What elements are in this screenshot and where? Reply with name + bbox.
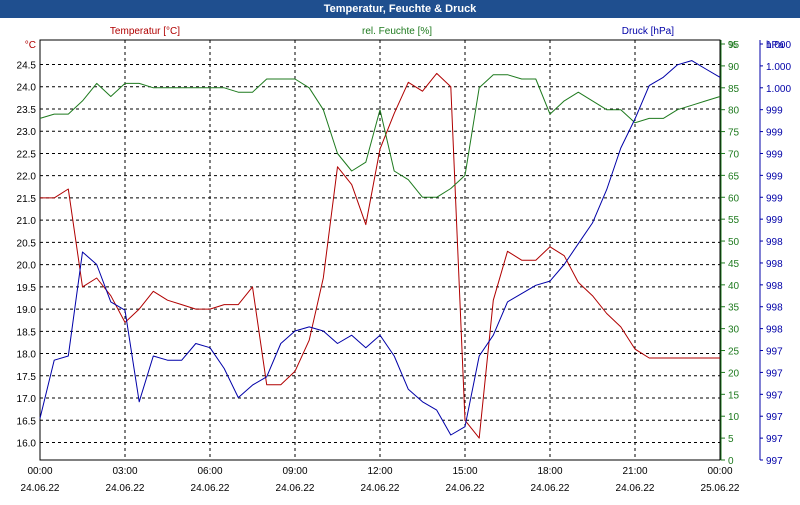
pressure-tick-label: 998 [766,325,783,336]
x-tick-time-label: 03:00 [112,466,137,477]
x-tick-time-label: 09:00 [282,466,307,477]
pressure-tick-label: 997 [766,368,783,379]
x-tick-time-label: 06:00 [197,466,222,477]
x-tick-date-label: 24.06.22 [191,483,230,494]
temperature-tick-label: 20.5 [17,238,37,249]
x-tick-date-label: 24.06.22 [446,483,485,494]
legend-temperature: Temperatur [°C] [110,26,180,37]
x-tick-date-label: 24.06.22 [361,483,400,494]
x-tick-time-label: 21:00 [622,466,647,477]
humidity-tick-label: 35 [728,303,740,314]
humidity-tick-label: 75 [728,128,740,139]
x-tick-time-label: 00:00 [27,466,52,477]
legend-humidity: rel. Feuchte [%] [362,26,432,37]
x-tick-date-label: 24.06.22 [21,483,60,494]
humidity-tick-label: 65 [728,171,740,182]
pressure-tick-label: 998 [766,259,783,270]
humidity-tick-label: 20 [728,368,740,379]
x-tick-date-label: 24.06.22 [276,483,315,494]
x-tick-date-label: 24.06.22 [531,483,570,494]
pressure-tick-label: 997 [766,456,783,467]
x-tick-date-label: 24.06.22 [106,483,145,494]
temperature-tick-label: 23.5 [17,105,37,116]
pressure-tick-label: 999 [766,193,783,204]
temperature-tick-label: 18.0 [17,350,37,361]
temperature-tick-label: 18.5 [17,327,37,338]
humidity-tick-label: 60 [728,193,740,204]
temperature-tick-label: 21.0 [17,216,37,227]
temperature-tick-label: 21.5 [17,194,37,205]
temperature-tick-label: 19.5 [17,283,37,294]
humidity-tick-label: 85 [728,84,740,95]
humidity-tick-label: 45 [728,259,740,270]
temperature-tick-label: 23.0 [17,127,37,138]
x-tick-time-label: 18:00 [537,466,562,477]
pressure-tick-label: 997 [766,412,783,423]
x-tick-date-label: 25.06.22 [701,483,740,494]
pressure-tick-label: 1.000 [766,84,791,95]
temperature-tick-label: 17.5 [17,372,37,383]
chart-area: 24.5 24.0 23.5 23.0 22.5 22.0 21.5 21.0 20.5 20.0… [0,18,800,500]
humidity-tick-label: 40 [728,281,740,292]
pressure-tick-label: 998 [766,281,783,292]
humidity-tick-label: 55 [728,215,740,226]
pressure-tick-label: 999 [766,215,783,226]
pressure-tick-label: 999 [766,149,783,160]
temperature-tick-label: 16.0 [17,439,37,450]
temperature-tick-label: 19.0 [17,305,37,316]
pressure-tick-label: 998 [766,303,783,314]
temperature-tick-label: 20.0 [17,261,37,272]
temperature-tick-label: 17.0 [17,394,37,405]
temperature-tick-label: 24.5 [17,61,37,72]
x-tick-date-label: 24.06.22 [616,483,655,494]
pressure-tick-label: 999 [766,106,783,117]
humidity-tick-label: 30 [728,325,740,336]
humidity-unit-label: % [728,40,737,51]
humidity-tick-label: 50 [728,237,740,248]
humidity-tick-label: 80 [728,106,740,117]
pressure-tick-label: 999 [766,171,783,182]
temperature-tick-label: 22.5 [17,149,37,160]
chart-svg: 24.5 24.0 23.5 23.0 22.5 22.0 21.5 21.0 20.5 20.0… [17,26,792,494]
humidity-tick-label: 90 [728,62,740,73]
pressure-tick-label: 1.000 [766,62,791,73]
chart-title: Temperatur, Feuchte & Druck [323,3,477,15]
temperature-tick-label: 16.5 [17,416,37,427]
pressure-tick-label: 998 [766,237,783,248]
humidity-tick-label: 15 [728,390,740,401]
pressure-tick-label: 999 [766,128,783,139]
pressure-tick-label: 997 [766,390,783,401]
legend-pressure: Druck [hPa] [622,26,674,37]
chart-title-bar: Temperatur, Feuchte & Druck [0,0,800,18]
pressure-unit-label: hPa [766,40,784,51]
temperature-tick-label: 22.0 [17,172,37,183]
humidity-tick-label: 70 [728,149,740,160]
humidity-tick-label: 5 [728,434,734,445]
pressure-tick-label: 997 [766,347,783,358]
humidity-tick-label: 25 [728,347,740,358]
humidity-tick-label: 10 [728,412,740,423]
x-tick-time-label: 12:00 [367,466,392,477]
pressure-tick-label: 997 [766,434,783,445]
temperature-unit-label: °C [25,40,36,51]
x-tick-time-label: 00:00 [707,466,732,477]
temperature-tick-label: 24.0 [17,83,37,94]
x-tick-time-label: 15:00 [452,466,477,477]
